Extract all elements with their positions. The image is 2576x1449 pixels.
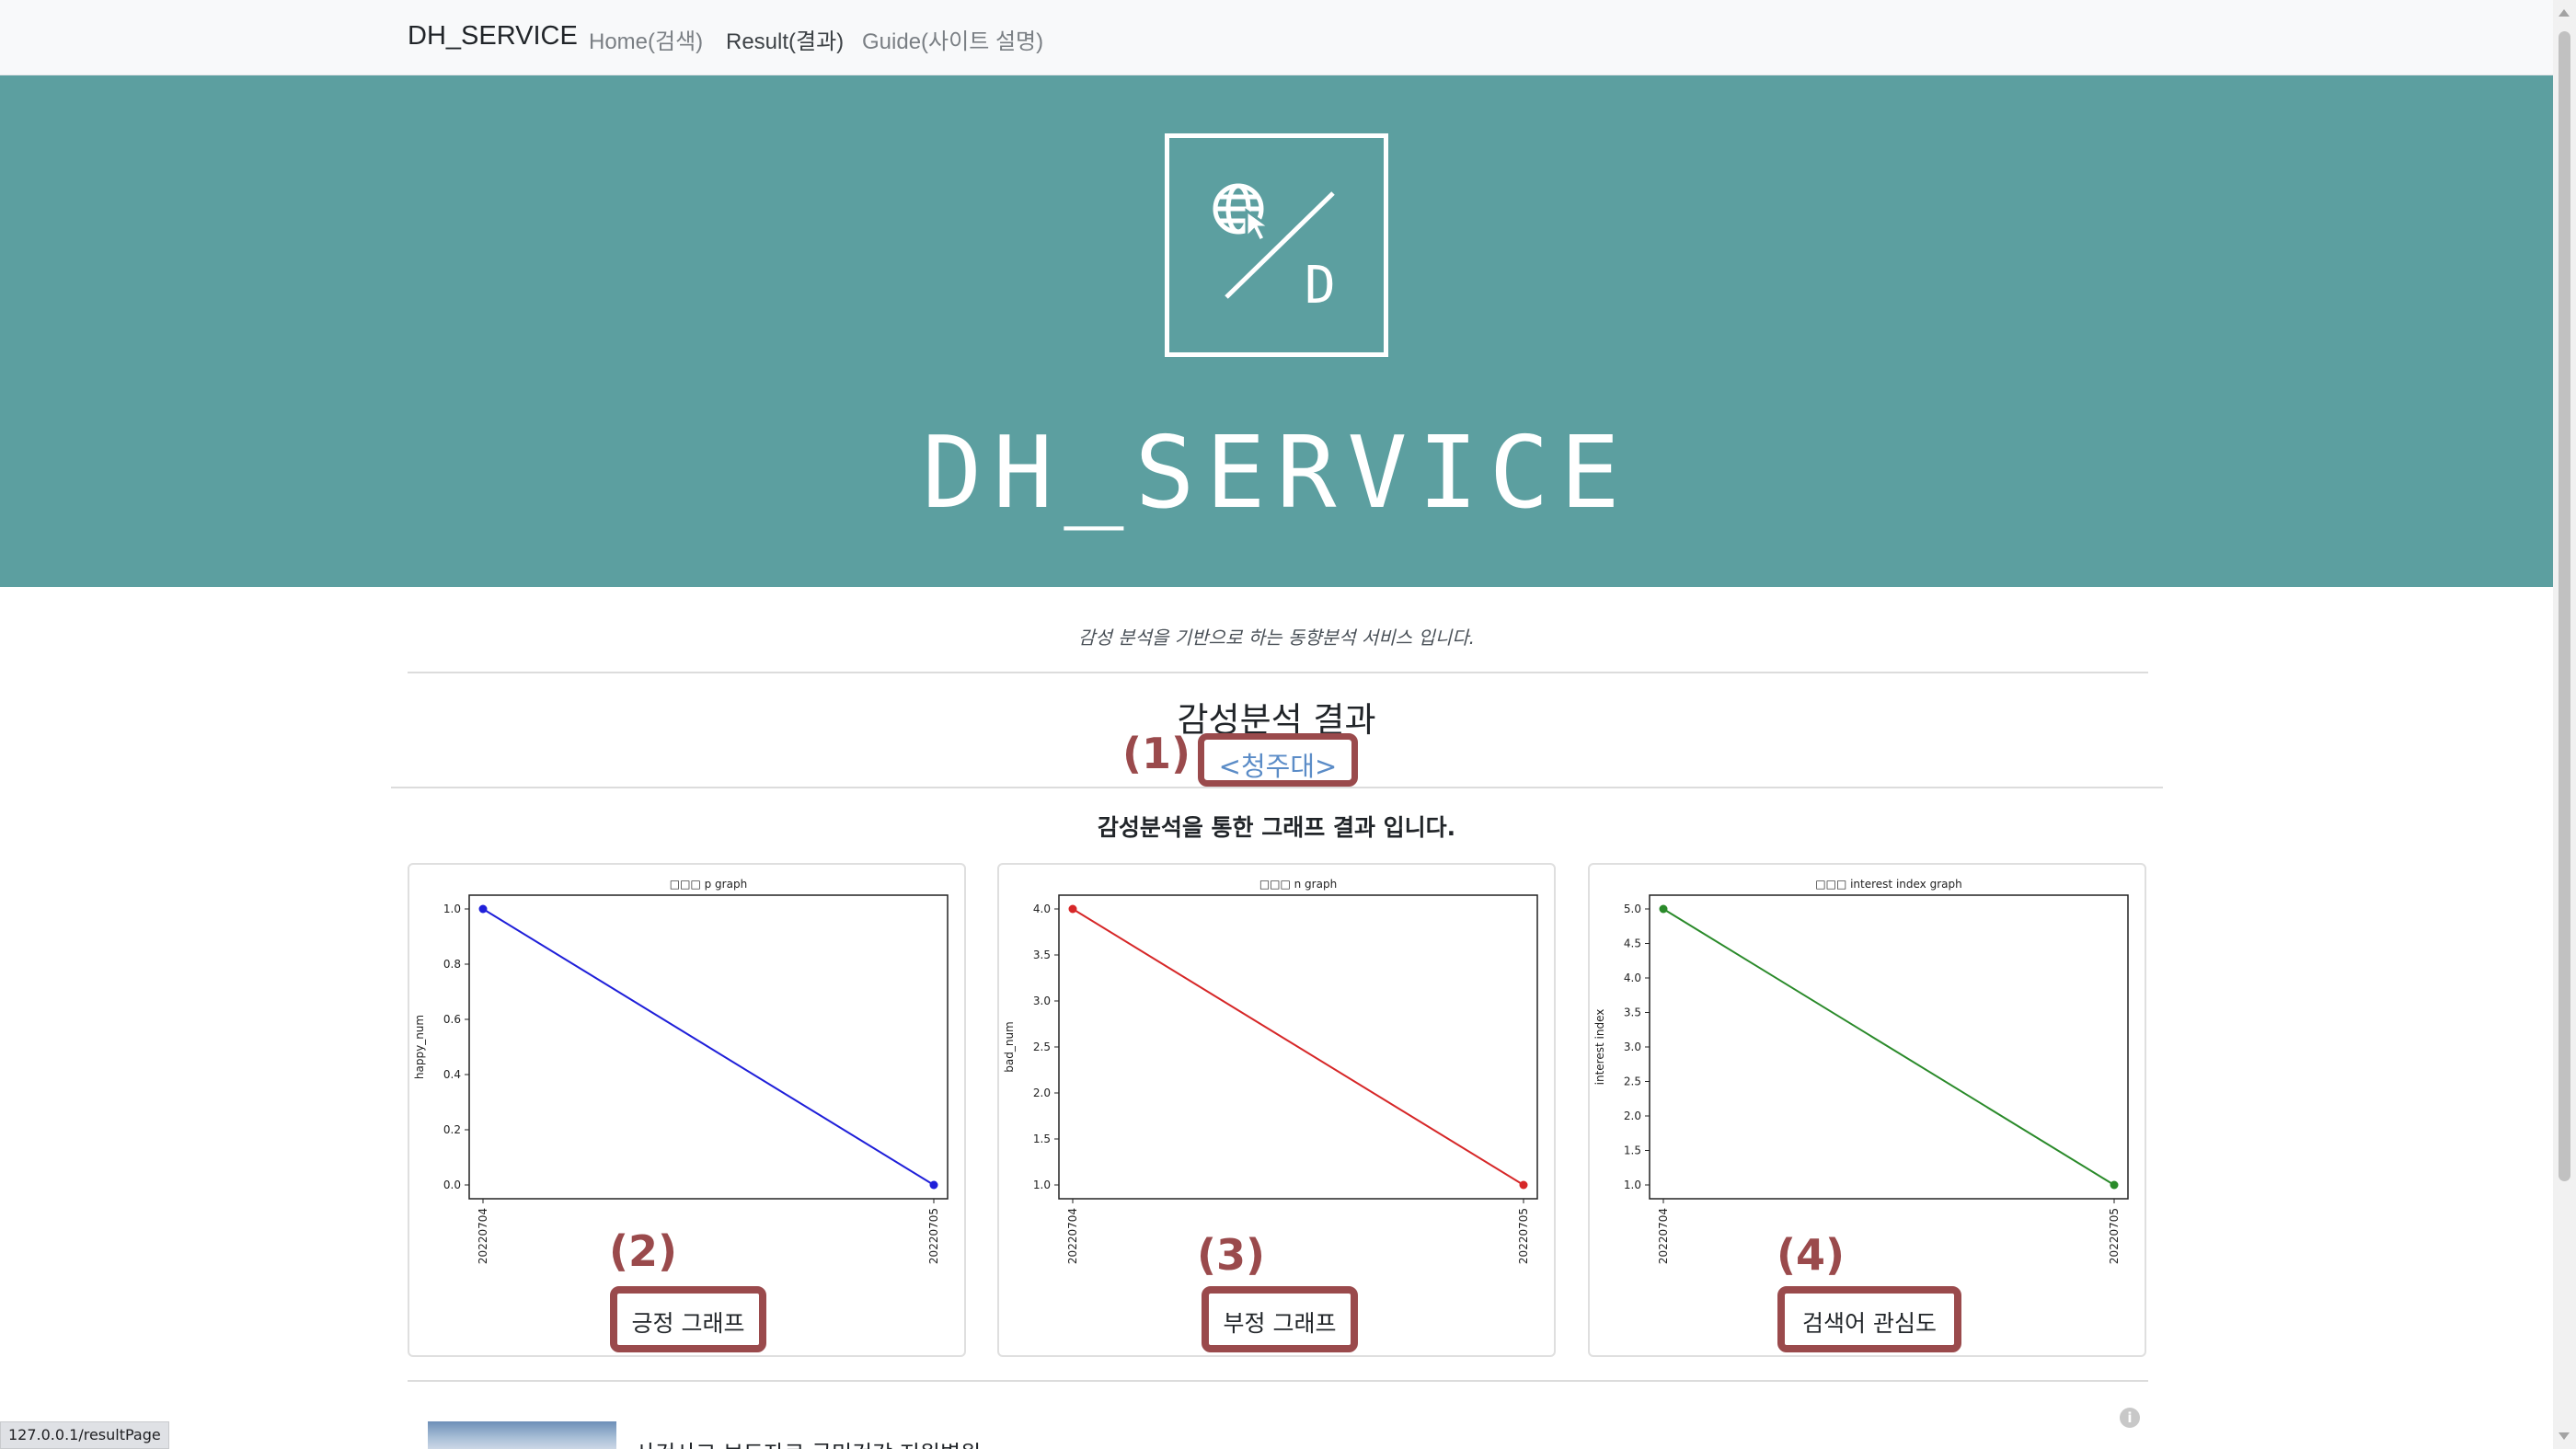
series-line [1072,908,1524,1186]
y-tick-label: 1.5 [1033,1133,1051,1145]
y-axis-label: bad_num [1003,1021,1016,1073]
y-tick-label: 0.2 [443,1123,461,1136]
y-tick-label: 0.0 [443,1179,461,1191]
scroll-down-arrow-icon[interactable] [2559,1432,2570,1440]
data-point [929,1180,938,1190]
y-tick-label: 0.4 [443,1068,461,1081]
annotation-3: (3) [1197,1230,1266,1280]
tagline: 감성 분석을 기반으로 하는 동향분석 서비스 입니다. [1078,627,1475,649]
result-subtitle: 감성분석을 통한 그래프 결과 입니다. [1097,814,1456,841]
y-tick-label: 1.0 [1624,1179,1641,1191]
site-logo: D [1165,133,1388,357]
globe-cursor-icon [1213,183,1335,299]
y-tick-label: 3.0 [1033,995,1051,1007]
series-line [482,908,935,1186]
y-axis-label: happy_num [413,1015,426,1079]
y-tick-label: 3.5 [1033,949,1051,961]
annotation-1: (1) [1122,729,1191,778]
y-tick-label: 2.0 [1624,1110,1641,1122]
data-point [2110,1180,2119,1190]
positive-graph-button[interactable]: 긍정 그래프 [610,1286,766,1352]
x-tick-label: 20220704 [1657,1208,1670,1264]
x-tick-label: 20220705 [1517,1208,1530,1264]
y-tick-label: 0.6 [443,1013,461,1026]
x-tick-label: 20220705 [927,1208,940,1264]
hero-title: DH_SERVICE [922,416,1631,531]
divider [408,672,2148,673]
positive-graph-button-label: 긍정 그래프 [631,1310,745,1337]
annotation-2: (2) [609,1226,678,1276]
nav-home-link[interactable]: Home(검색) [589,23,703,55]
y-tick-label: 2.5 [1624,1075,1641,1088]
y-tick-label: 3.5 [1624,1006,1641,1019]
scroll-up-arrow-icon[interactable] [2559,9,2570,17]
y-axis-label: interest index [1593,1009,1606,1086]
search-keyword[interactable]: <청주대> [1204,745,1351,784]
keyword-highlight: <청주대> [1198,733,1358,787]
nav-result-link[interactable]: Result(결과) [726,23,844,55]
y-tick-label: 4.0 [1624,972,1641,984]
y-tick-label: 1.0 [443,903,461,915]
series-line [1662,908,2115,1186]
y-tick-label: 2.0 [1033,1087,1051,1099]
data-point [1659,904,1668,914]
annotation-4: (4) [1777,1230,1846,1280]
hero-banner: D DH_SERVICE [0,75,2553,587]
interest-graph-button[interactable]: 검색어 관심도 [1777,1286,1961,1352]
logo-letter: D [1305,256,1336,316]
page: DH_SERVICE Home(검색) Result(결과) Guide(사이트… [0,0,2576,1449]
vertical-scrollbar[interactable] [2553,0,2576,1449]
interest-graph-button-label: 검색어 관심도 [1802,1310,1937,1337]
chart-title: □□□ interest index graph [1815,878,1961,891]
divider [391,787,2163,788]
brand-link[interactable]: DH_SERVICE [408,21,578,52]
chart-title: □□□ n graph [1259,878,1337,891]
interest-line-chart: □□□ interest index graph interest index 1.… [1593,878,2129,1264]
nav-guide-link[interactable]: Guide(사이트 설명) [862,23,1043,55]
y-tick-label: 2.5 [1033,1041,1051,1053]
y-tick-label: 4.0 [1033,903,1051,915]
negative-line-chart: □□□ n graph bad_num 1.0 1.5 2.0 2.5 3.0 3.5 4.0 2… [1003,878,1538,1264]
scrollbar-thumb[interactable] [2559,31,2570,1181]
news-thumbnail[interactable] [428,1421,616,1449]
positive-line-chart: □□□ p graph happy_num 0.0 0.2 0.4 0.6 0.8 1.0 20… [413,878,949,1264]
chart-title: □□□ p graph [670,878,747,891]
graph-card-negative: □□□ n graph bad_num 1.0 1.5 2.0 2.5 3.0 3.5 4.0 2… [997,863,1556,1357]
status-bar-url: 127.0.0.1/resultPage [0,1421,169,1449]
negative-graph-button-label: 부정 그래프 [1223,1310,1337,1337]
data-point [1068,904,1077,914]
negative-graph-button[interactable]: 부정 그래프 [1202,1286,1358,1352]
y-tick-label: 1.0 [1033,1179,1051,1191]
x-tick-label: 20220705 [2108,1208,2121,1264]
info-icon[interactable]: i [2120,1408,2140,1428]
graph-card-interest: □□□ interest index graph interest index 1.… [1588,863,2146,1357]
x-tick-label: 20220704 [1066,1208,1079,1264]
data-point [478,904,488,914]
y-tick-label: 5.0 [1624,903,1641,915]
x-tick-label: 20220704 [477,1208,489,1264]
y-tick-label: 3.0 [1624,1041,1641,1053]
y-tick-label: 4.5 [1624,937,1641,950]
y-tick-label: 1.5 [1624,1144,1641,1157]
news-headline[interactable]: 사건사고 보도자료 국민건강 지원병원 [635,1435,981,1449]
graph-card-positive: □□□ p graph happy_num 0.0 0.2 0.4 0.6 0.8 1.0 20… [408,863,966,1357]
navbar: DH_SERVICE Home(검색) Result(결과) Guide(사이트… [0,0,2553,75]
data-point [1519,1180,1528,1190]
divider [408,1380,2148,1382]
y-tick-label: 0.8 [443,958,461,971]
